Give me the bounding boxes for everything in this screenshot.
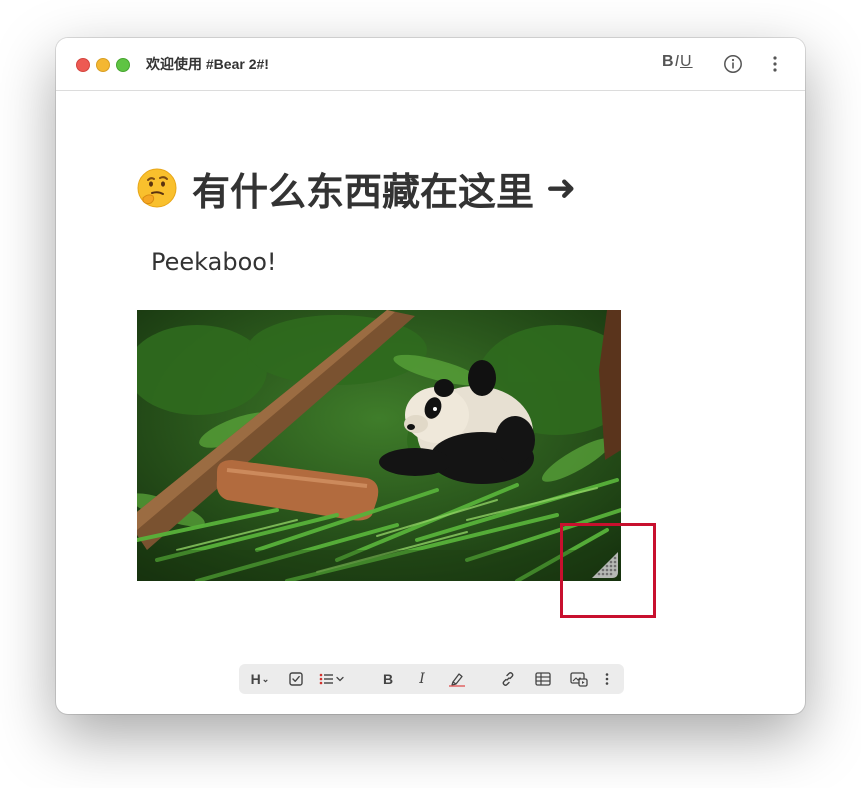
info-icon[interactable]: [723, 54, 743, 74]
text-format-toggle[interactable]: BIU: [662, 53, 693, 71]
toolbar-more-button[interactable]: [601, 669, 613, 689]
titlebar: 欢迎使用 #Bear 2#! BIU: [56, 38, 805, 91]
bold-button[interactable]: B: [379, 669, 397, 689]
more-vertical-icon[interactable]: [767, 54, 783, 74]
link-icon: [502, 672, 514, 686]
list-menu-button[interactable]: [319, 669, 347, 689]
maximize-button[interactable]: [116, 58, 130, 72]
heading-menu-button[interactable]: H ⌄: [248, 669, 272, 689]
highlight-button[interactable]: [446, 669, 468, 689]
media-button[interactable]: [568, 669, 590, 689]
note-heading[interactable]: 有什么东西藏在这里 ➜: [136, 160, 576, 216]
underline-letter: U: [680, 53, 693, 70]
window-title: 欢迎使用 #Bear 2#!: [146, 56, 269, 72]
minimize-button[interactable]: [96, 58, 110, 72]
close-button[interactable]: [76, 58, 90, 72]
checkbox-icon: [289, 672, 303, 686]
highlight-annotation-box: [560, 523, 656, 618]
heading-text: 有什么东西藏在这里: [192, 169, 535, 214]
table-button[interactable]: [533, 669, 553, 689]
bear-window: 欢迎使用 #Bear 2#! BIU 有什么东西藏在这里 ➜ Peekaboo!…: [56, 38, 805, 714]
panda-photo: [137, 310, 621, 581]
format-toolbar: H ⌄ B I: [239, 664, 624, 694]
more-vertical-icon: [605, 673, 609, 685]
link-button[interactable]: [498, 669, 518, 689]
heading-label: H: [250, 671, 261, 687]
table-icon: [535, 672, 551, 686]
note-body-text[interactable]: Peekaboo!: [151, 248, 277, 276]
thinking-face-emoji-icon: [137, 168, 177, 208]
highlighter-icon: [449, 673, 465, 687]
list-icon: [319, 673, 344, 685]
bold-letter: B: [662, 53, 675, 70]
checkbox-button[interactable]: [287, 669, 305, 689]
chevron-down-icon: ⌄: [261, 673, 270, 684]
italic-button[interactable]: I: [413, 669, 431, 689]
arrow-right-icon: ➜: [546, 167, 577, 209]
media-icon: [570, 671, 588, 687]
panda-image[interactable]: [137, 310, 621, 581]
